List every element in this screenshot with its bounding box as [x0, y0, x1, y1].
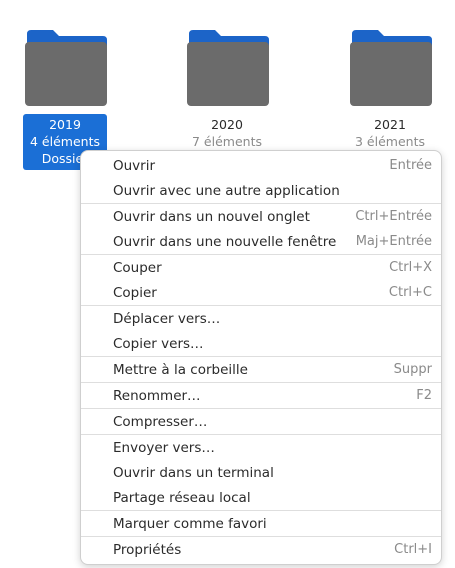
menu-item-shortcut: Ctrl+I — [394, 542, 432, 557]
menu-group-clipboard: Couper Ctrl+X Copier Ctrl+C — [81, 255, 441, 306]
menu-item-shortcut: Suppr — [393, 362, 432, 377]
folder-caption: 2021 3 éléments — [345, 114, 435, 152]
menu-group-share: Envoyer vers… Ouvrir dans un terminal Pa… — [81, 435, 441, 511]
menu-item-shortcut: Ctrl+Entrée — [355, 209, 432, 224]
menu-item-label: Partage réseau local — [113, 489, 251, 506]
folder-icon — [350, 30, 432, 106]
menu-item-local-network-share[interactable]: Partage réseau local — [81, 485, 441, 510]
folder-count: 3 éléments — [355, 134, 425, 149]
menu-item-label: Envoyer vers… — [113, 439, 215, 456]
menu-item-shortcut: F2 — [416, 388, 432, 403]
menu-item-compress[interactable]: Compresser… — [81, 409, 441, 434]
menu-item-open-new-window[interactable]: Ouvrir dans une nouvelle fenêtre Maj+Ent… — [81, 229, 441, 254]
menu-item-send-to[interactable]: Envoyer vers… — [81, 435, 441, 460]
menu-item-label: Copier vers… — [113, 335, 204, 352]
menu-item-open-in-terminal[interactable]: Ouvrir dans un terminal — [81, 460, 441, 485]
menu-group-favorite: Marquer comme favori — [81, 511, 441, 537]
menu-group-trash: Mettre à la corbeille Suppr — [81, 357, 441, 383]
folder-item-2020[interactable]: 2020 7 éléments — [182, 28, 272, 152]
menu-group-rename: Renommer… F2 — [81, 383, 441, 409]
menu-item-star[interactable]: Marquer comme favori — [81, 511, 441, 536]
menu-item-shortcut: Ctrl+X — [389, 260, 432, 275]
folder-name: 2021 — [374, 117, 406, 132]
menu-item-move-to[interactable]: Déplacer vers… — [81, 306, 441, 331]
menu-group-compress: Compresser… — [81, 409, 441, 435]
menu-item-label: Copier — [113, 284, 157, 301]
menu-item-open[interactable]: Ouvrir Entrée — [81, 153, 441, 178]
menu-item-label: Ouvrir avec une autre application — [113, 182, 340, 199]
menu-item-rename[interactable]: Renommer… F2 — [81, 383, 441, 408]
menu-item-label: Ouvrir — [113, 157, 156, 174]
menu-item-shortcut: Ctrl+C — [388, 285, 432, 300]
menu-item-label: Ouvrir dans un terminal — [113, 464, 274, 481]
folder-count: 4 éléments — [30, 134, 100, 149]
menu-group-open-new: Ouvrir dans un nouvel onglet Ctrl+Entrée… — [81, 204, 441, 255]
menu-group-properties: Propriétés Ctrl+I — [81, 537, 441, 562]
menu-item-shortcut: Entrée — [389, 158, 432, 173]
menu-item-label: Ouvrir dans une nouvelle fenêtre — [113, 233, 337, 250]
menu-item-move-to-trash[interactable]: Mettre à la corbeille Suppr — [81, 357, 441, 382]
folder-icon — [25, 30, 107, 106]
context-menu: Ouvrir Entrée Ouvrir avec une autre appl… — [80, 150, 442, 565]
menu-item-shortcut: Maj+Entrée — [355, 234, 432, 249]
menu-item-copy[interactable]: Copier Ctrl+C — [81, 280, 441, 305]
menu-item-label: Ouvrir dans un nouvel onglet — [113, 208, 310, 225]
menu-item-properties[interactable]: Propriétés Ctrl+I — [81, 537, 441, 562]
folder-name: 2020 — [211, 117, 243, 132]
menu-item-open-new-tab[interactable]: Ouvrir dans un nouvel onglet Ctrl+Entrée — [81, 204, 441, 229]
menu-item-label: Propriétés — [113, 541, 182, 558]
menu-item-label: Renommer… — [113, 387, 201, 404]
menu-item-label: Marquer comme favori — [113, 515, 267, 532]
folder-item-2021[interactable]: 2021 3 éléments — [345, 28, 435, 152]
folder-item-2019[interactable]: 2019 4 éléments Dossier — [20, 28, 110, 170]
menu-item-label: Couper — [113, 259, 162, 276]
menu-group-move: Déplacer vers… Copier vers… — [81, 306, 441, 357]
menu-item-label: Déplacer vers… — [113, 310, 221, 327]
folder-count: 7 éléments — [192, 134, 262, 149]
menu-item-label: Mettre à la corbeille — [113, 361, 248, 378]
folder-icon — [187, 30, 269, 106]
folder-name: 2019 — [49, 117, 81, 132]
menu-item-label: Compresser… — [113, 413, 208, 430]
menu-group-open: Ouvrir Entrée Ouvrir avec une autre appl… — [81, 153, 441, 204]
menu-item-open-with[interactable]: Ouvrir avec une autre application — [81, 178, 441, 203]
menu-item-copy-to[interactable]: Copier vers… — [81, 331, 441, 356]
menu-item-cut[interactable]: Couper Ctrl+X — [81, 255, 441, 280]
folder-caption: 2020 7 éléments — [182, 114, 272, 152]
